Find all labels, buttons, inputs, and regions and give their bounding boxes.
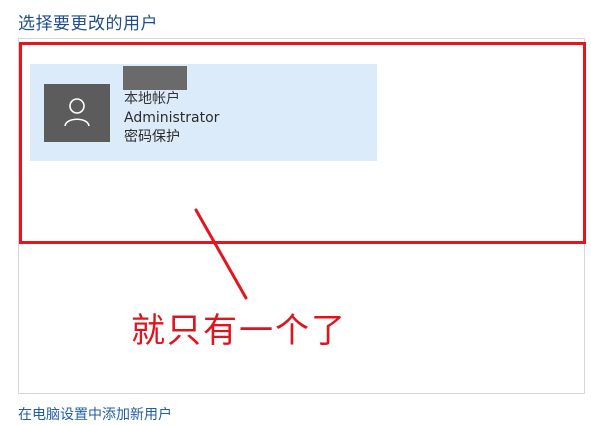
user-icon <box>64 98 90 127</box>
user-tile-administrator[interactable]: 本地帐户 Administrator 密码保护 <box>30 64 377 161</box>
annotation-text: 就只有一个了 <box>131 311 347 351</box>
account-type-label: 本地帐户 <box>124 91 180 107</box>
page-title: 选择要更改的用户 <box>18 14 158 34</box>
add-new-user-link[interactable]: 在电脑设置中添加新用户 <box>18 404 172 424</box>
user-name-label: Administrator <box>124 110 220 126</box>
redacted-name-block <box>123 66 187 90</box>
avatar <box>44 84 110 142</box>
password-status-label: 密码保护 <box>124 129 180 145</box>
manage-accounts-page: 选择要更改的用户 本地帐户 Administrator 密码保护 就只有一个了 … <box>0 0 591 425</box>
